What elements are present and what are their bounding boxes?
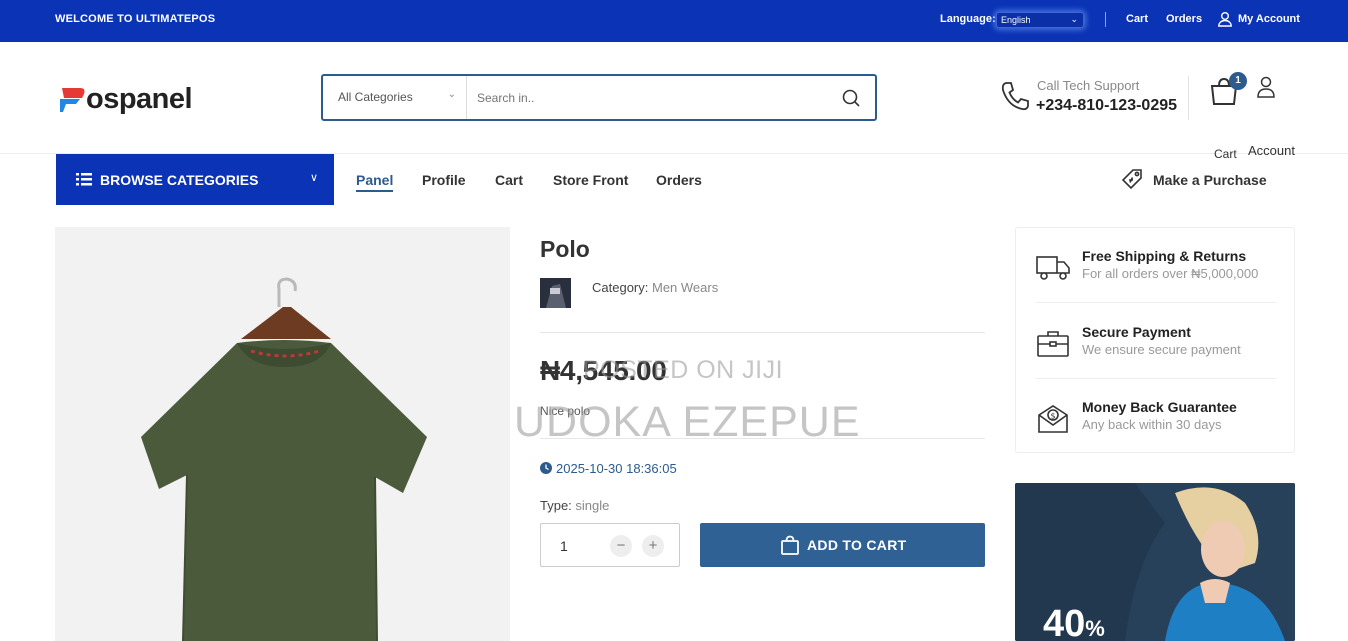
product-date: 2025-10-30 18:36:05 [540,461,677,476]
type-value: single [575,498,610,513]
search-icon[interactable] [841,88,861,108]
divider [540,438,985,439]
thumbnail-image [540,278,571,308]
chevron-down-icon: ⌄ [1070,14,1078,24]
feature-item: $ Money Back Guarantee Any back within 3… [1036,399,1276,459]
feature-item: Secure Payment We ensure secure payment [1036,324,1276,384]
feature-title: Secure Payment [1082,324,1191,340]
category-label: Category: [592,280,649,295]
feature-title: Free Shipping & Returns [1082,248,1247,264]
product-category: Category: Men Wears [592,280,718,295]
language-select[interactable]: English ⌄ [996,12,1084,28]
price-tag-icon [1121,169,1142,190]
divider [1036,302,1276,303]
nav-link-profile[interactable]: Profile [422,172,466,188]
watermark-text: POSTED ON JIJI [583,356,784,384]
clock-icon [540,462,552,474]
user-icon [1218,12,1232,27]
product-image[interactable] [55,227,510,641]
nav-link-panel[interactable]: Panel [356,172,394,192]
welcome-text: WELCOME TO ULTIMATEPOS [55,13,216,25]
phone-icon [1001,82,1029,111]
truck-icon [1036,256,1070,280]
nav-link-store-front[interactable]: Store Front [553,172,628,188]
tshirt-image [141,277,427,641]
browse-categories-button[interactable]: BROWSE CATEGORIES ∨ [56,154,334,205]
type-label: Type: [540,498,572,513]
chevron-down-icon: ∨ [309,172,318,184]
topbar-my-account-link[interactable]: My Account [1238,13,1300,25]
feature-subtitle: For all orders over ₦5,000,000 [1082,266,1259,281]
search-input[interactable] [468,76,828,119]
quantity-input[interactable]: 1 [560,538,568,554]
feature-subtitle: Any back within 30 days [1082,417,1222,432]
top-bar: WELCOME TO ULTIMATEPOS Language: English… [0,0,1348,42]
svg-text:$: $ [1051,412,1056,421]
search-bar: All Categories ⌄ [321,74,877,121]
divider [540,332,985,333]
features-box: Free Shipping & Returns For all orders o… [1015,227,1295,453]
percent-sign: % [1085,616,1105,641]
promo-banner[interactable]: 40% [1015,483,1295,641]
feature-item: Free Shipping & Returns For all orders o… [1036,248,1276,308]
header-divider [1188,76,1189,120]
quantity-stepper: 1 − + [540,523,680,567]
cart-count-badge: 1 [1229,72,1247,90]
cart-label[interactable]: Cart [1214,147,1237,161]
header-cart-button[interactable]: 1 [1209,72,1247,124]
product-title: Polo [540,236,590,262]
watermark-text: UDOKA EZEPUE [514,398,861,446]
browse-categories-label: BROWSE CATEGORIES [100,172,259,188]
support-phone[interactable]: +234-810-123-0295 [1036,97,1177,115]
category-select[interactable]: All Categories ⌄ [323,76,467,119]
product-thumbnail[interactable] [540,278,571,308]
product-type: Type: single [540,498,609,513]
make-purchase-link[interactable]: Make a Purchase [1153,172,1267,188]
discount-value: 40 [1043,603,1086,641]
divider [1036,378,1276,379]
logo[interactable]: ospanel [60,82,193,116]
category-select-value: All Categories [338,90,413,104]
support-label: Call Tech Support [1037,78,1140,93]
list-icon [76,173,92,186]
add-to-cart-button[interactable]: ADD TO CART [700,523,985,567]
nav-link-cart[interactable]: Cart [495,172,523,188]
decrement-button[interactable]: − [610,535,632,557]
account-label[interactable]: Account [1248,143,1295,158]
shopping-bag-icon [781,535,799,555]
topbar-orders-link[interactable]: Orders [1166,13,1202,25]
nav-link-orders[interactable]: Orders [656,172,702,188]
money-envelope-icon: $ [1038,405,1068,433]
add-to-cart-label: ADD TO CART [807,537,907,553]
header: ospanel All Categories ⌄ Call Tech Suppo… [0,42,1348,161]
discount-percent: 40% [1043,603,1105,641]
logo-text: ospanel [86,82,193,115]
user-icon[interactable] [1256,76,1276,98]
language-label: Language: [940,13,996,25]
language-value: English [1001,15,1031,25]
chevron-down-icon: ⌄ [447,89,456,100]
topbar-cart-link[interactable]: Cart [1126,13,1148,25]
feature-subtitle: We ensure secure payment [1082,342,1241,357]
increment-button[interactable]: + [642,535,664,557]
category-value[interactable]: Men Wears [652,280,718,295]
briefcase-icon [1037,331,1069,357]
date-value: 2025-10-30 18:36:05 [556,461,677,476]
logo-mark-icon [60,88,85,112]
topbar-divider [1105,12,1106,27]
feature-title: Money Back Guarantee [1082,399,1237,415]
